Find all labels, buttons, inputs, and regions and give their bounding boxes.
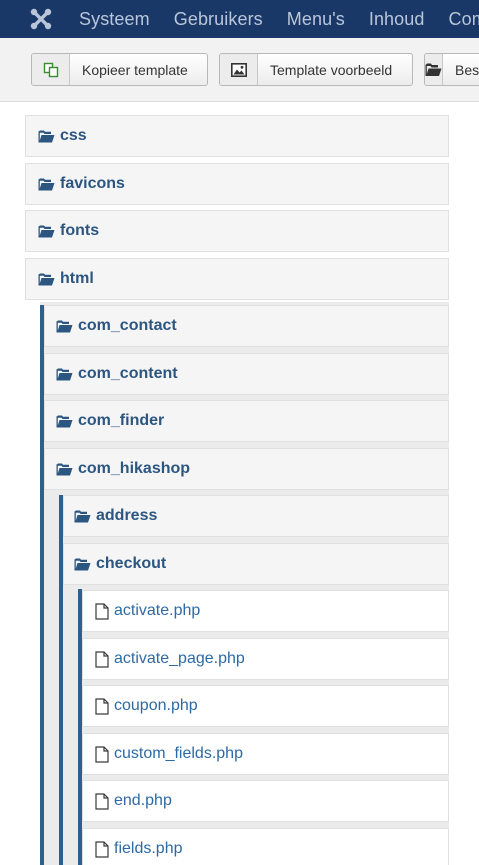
template-file-tree: css favicons fonts html com_contact com_…	[0, 103, 479, 865]
tree-folder-label: checkout	[96, 555, 167, 572]
menu-gebruikers[interactable]: Gebruikers	[174, 9, 263, 30]
tree-file-activate[interactable]: activate.php	[82, 590, 449, 632]
menu-menus[interactable]: Menu's	[287, 9, 345, 30]
folder-open-icon	[56, 463, 73, 476]
tree-file-label: coupon.php	[114, 697, 198, 714]
file-icon	[95, 650, 109, 668]
template-preview-label: Template voorbeeld	[270, 61, 393, 78]
folder-icon	[425, 54, 443, 85]
folder-open-icon	[56, 415, 73, 428]
tree-folder-label: address	[96, 507, 158, 524]
tree-file-label: custom_fields.php	[114, 745, 243, 762]
tree-folder-favicons[interactable]: favicons	[25, 163, 449, 205]
tree-file-label: activate_page.php	[114, 650, 245, 667]
tree-folder-label: fonts	[60, 222, 100, 239]
tree-folder-html[interactable]: html	[25, 258, 449, 300]
tree-folder-fonts[interactable]: fonts	[25, 210, 449, 252]
folder-open-icon	[56, 368, 73, 381]
tree-folder-label: html	[60, 270, 94, 287]
tree-folder-label: com_finder	[78, 412, 165, 429]
tree-file-label: activate.php	[114, 602, 201, 619]
copy-template-button[interactable]: Kopieer template	[31, 53, 208, 86]
top-navbar: Systeem Gebruikers Menu's Inhoud Compone…	[0, 0, 479, 38]
tree-file-label: fields.php	[114, 840, 183, 857]
folder-open-icon	[38, 273, 55, 286]
folder-open-icon	[74, 510, 91, 523]
tree-folder-label: com_hikashop	[78, 460, 191, 477]
tree-folder-label: css	[60, 127, 87, 144]
manage-files-label: Bestanden beheren	[455, 61, 479, 78]
file-icon	[95, 792, 109, 810]
tree-folder-label: favicons	[60, 175, 125, 192]
menu-inhoud[interactable]: Inhoud	[369, 9, 425, 30]
tree-file-label: end.php	[114, 792, 172, 809]
copy-icon	[32, 54, 70, 85]
folder-open-icon	[38, 225, 55, 238]
tree-folder-label: com_content	[78, 365, 178, 382]
tree-folder-label: com_contact	[78, 317, 177, 334]
file-icon	[95, 602, 109, 620]
template-preview-button[interactable]: Template voorbeeld	[219, 53, 413, 86]
tree-file-end[interactable]: end.php	[82, 780, 449, 822]
file-icon	[95, 745, 109, 763]
folder-open-icon	[38, 130, 55, 143]
joomla-logo-icon[interactable]	[30, 7, 52, 31]
tree-file-coupon[interactable]: coupon.php	[82, 685, 449, 727]
tree-folder-com-content[interactable]: com_content	[44, 353, 449, 395]
folder-open-icon	[38, 178, 55, 191]
tree-folder-checkout[interactable]: checkout	[63, 543, 449, 585]
toolbar: Kopieer template Template voorbeeld Best…	[0, 38, 479, 102]
menu-componenten[interactable]: Componenten	[449, 9, 479, 30]
folder-open-icon	[56, 320, 73, 333]
menu-systeem[interactable]: Systeem	[79, 9, 150, 30]
file-icon	[95, 697, 109, 715]
manage-files-button[interactable]: Bestanden beheren	[424, 53, 479, 86]
tree-folder-address[interactable]: address	[63, 495, 449, 537]
tree-file-custom-fields[interactable]: custom_fields.php	[82, 733, 449, 775]
file-icon	[95, 840, 109, 858]
copy-template-label: Kopieer template	[82, 61, 188, 78]
folder-open-icon	[74, 558, 91, 571]
tree-folder-css[interactable]: css	[25, 115, 449, 157]
tree-file-activate-page[interactable]: activate_page.php	[82, 638, 449, 680]
tree-folder-com-contact[interactable]: com_contact	[44, 305, 449, 347]
image-icon	[220, 54, 258, 85]
tree-folder-com-finder[interactable]: com_finder	[44, 400, 449, 442]
tree-file-fields[interactable]: fields.php	[82, 828, 449, 865]
tree-folder-com-hikashop[interactable]: com_hikashop	[44, 448, 449, 490]
